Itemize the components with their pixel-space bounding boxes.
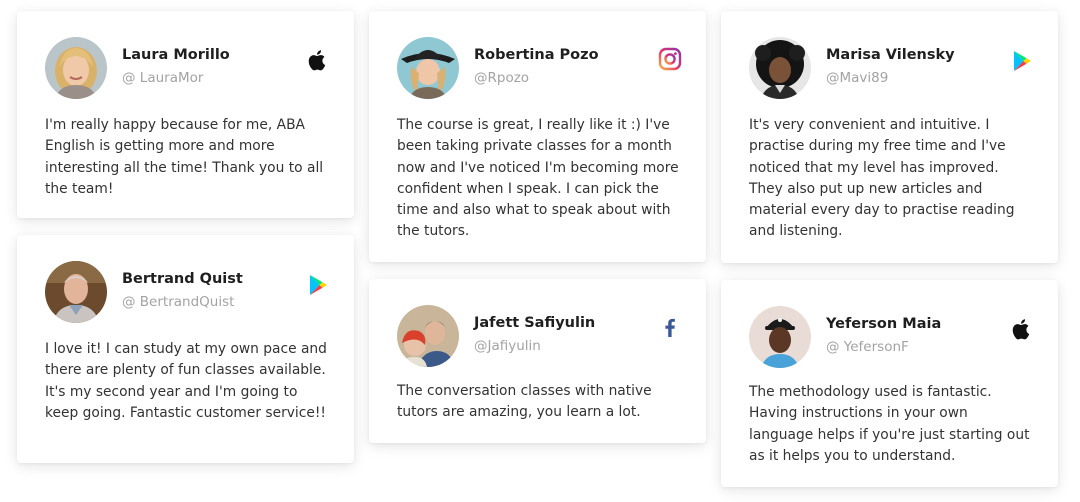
testimonial-text: I love it! I can study at my own pace an… (45, 341, 327, 421)
author-handle: @ LauraMor (122, 70, 204, 86)
card-header: Bertrand Quist @ BertrandQuist (45, 261, 330, 325)
testimonial-text: The course is great, I really like it :)… (397, 117, 679, 240)
apple-icon (1010, 317, 1034, 341)
avatar (749, 37, 811, 99)
card-header: Robertina Pozo @Rpozo (397, 37, 682, 101)
facebook-icon (658, 315, 682, 339)
author-handle: @Jafiyulin (474, 338, 541, 354)
author-handle: @Mavi89 (826, 70, 889, 86)
card-header: Laura Morillo @ LauraMor (45, 37, 330, 101)
testimonial-card-marisa-vilensky: Marisa Vilensky @Mavi89 It's very conven… (721, 11, 1058, 263)
google-play-icon (306, 273, 330, 297)
card-header: Yeferson Maia @ YefersonF (749, 306, 1034, 370)
apple-icon (306, 48, 330, 72)
testimonial-card-bertrand-quist: Bertrand Quist @ BertrandQuist I love it… (17, 235, 354, 463)
author-handle: @ BertrandQuist (122, 294, 235, 310)
avatar (45, 37, 107, 99)
testimonial-card-yeferson-maia: Yeferson Maia @ YefersonF The methodolog… (721, 280, 1058, 487)
author-name: Yeferson Maia (826, 316, 942, 332)
testimonial-card-laura-morillo: Laura Morillo @ LauraMor I'm really happ… (17, 11, 354, 218)
card-header: Marisa Vilensky @Mavi89 (749, 37, 1034, 101)
author-name: Laura Morillo (122, 47, 230, 63)
author-handle: @ YefersonF (826, 339, 909, 355)
author-name: Bertrand Quist (122, 271, 243, 287)
author-name: Robertina Pozo (474, 47, 599, 63)
author-handle: @Rpozo (474, 70, 530, 86)
avatar (397, 305, 459, 367)
google-play-icon (1010, 49, 1034, 73)
testimonial-text: The conversation classes with native tut… (397, 383, 652, 421)
testimonial-text: I'm really happy because for me, ABA Eng… (45, 117, 324, 197)
testimonial-text: It's very convenient and intuitive. I pr… (749, 117, 1015, 240)
avatar (45, 261, 107, 323)
instagram-icon (658, 47, 682, 71)
card-header: Jafett Safiyulin @Jafiyulin (397, 305, 682, 369)
testimonial-card-jafett-safiyulin: Jafett Safiyulin @Jafiyulin The conversa… (369, 279, 706, 443)
testimonial-text: The methodology used is fantastic. Havin… (749, 384, 1030, 464)
avatar (397, 37, 459, 99)
author-name: Jafett Safiyulin (474, 315, 596, 331)
testimonial-card-robertina-pozo: Robertina Pozo @Rpozo The course is grea… (369, 11, 706, 262)
author-name: Marisa Vilensky (826, 47, 955, 63)
avatar (749, 306, 811, 368)
